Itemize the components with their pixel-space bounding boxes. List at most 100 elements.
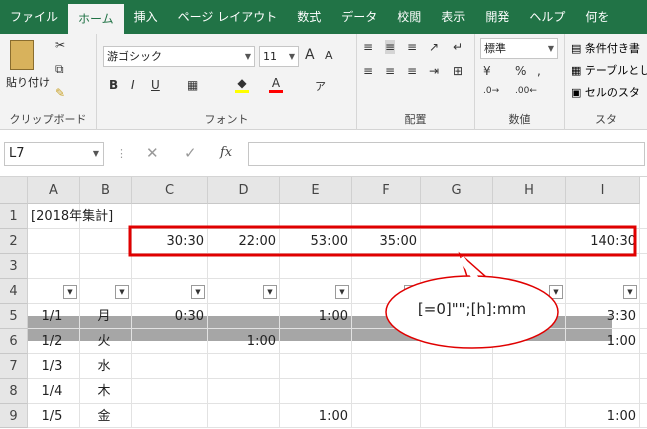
table-cell[interactable]: 1:00 bbox=[566, 329, 636, 354]
filter-dropdown-icon[interactable]: ▼ bbox=[476, 285, 490, 299]
table-cell[interactable] bbox=[132, 329, 204, 354]
table-cell[interactable]: 1:00 bbox=[208, 329, 276, 354]
column-header-B[interactable]: B bbox=[80, 177, 132, 204]
format-as-table-button[interactable]: ▦ テーブルとし bbox=[571, 62, 647, 78]
table-cell[interactable] bbox=[421, 404, 489, 429]
cancel-icon[interactable]: ✕ bbox=[146, 144, 159, 162]
table-cell[interactable]: 0:30 bbox=[132, 304, 204, 329]
table-cell[interactable]: 1:00 bbox=[280, 404, 348, 429]
filter-dropdown-icon[interactable]: ▼ bbox=[115, 285, 129, 299]
align-right-icon[interactable]: ≡ bbox=[407, 64, 417, 78]
column-header-H[interactable]: H bbox=[493, 177, 566, 204]
table-cell[interactable] bbox=[421, 329, 489, 354]
row-header-1[interactable]: 1 bbox=[0, 204, 28, 229]
row-header-5[interactable]: 5 bbox=[0, 304, 28, 329]
name-box[interactable]: L7 ▼ bbox=[4, 142, 104, 166]
table-cell[interactable]: 1/5 bbox=[28, 404, 76, 429]
tab-5[interactable]: データ bbox=[331, 0, 387, 34]
table-cell[interactable] bbox=[208, 404, 276, 429]
filter-dropdown-icon[interactable]: ▼ bbox=[549, 285, 563, 299]
column-header-D[interactable]: D bbox=[208, 177, 280, 204]
tab-10[interactable]: 何を bbox=[575, 0, 619, 34]
table-cell[interactable]: 水 bbox=[80, 354, 128, 379]
table-cell[interactable] bbox=[208, 354, 276, 379]
summary-total-0[interactable]: 30:30 bbox=[132, 229, 204, 254]
tab-9[interactable]: ヘルプ bbox=[519, 0, 575, 34]
column-header-C[interactable]: C bbox=[132, 177, 208, 204]
enter-icon[interactable]: ✓ bbox=[184, 144, 197, 162]
table-cell[interactable]: 1/2 bbox=[28, 329, 76, 354]
table-cell[interactable] bbox=[280, 329, 348, 354]
column-header-F[interactable]: F bbox=[352, 177, 421, 204]
table-cell[interactable] bbox=[132, 354, 204, 379]
table-cell[interactable] bbox=[352, 329, 417, 354]
table-cell[interactable]: 木 bbox=[80, 379, 128, 404]
summary-total-4[interactable] bbox=[421, 229, 489, 254]
paste-icon[interactable] bbox=[10, 40, 34, 70]
format-painter-icon[interactable]: ✎ bbox=[55, 86, 65, 100]
conditional-format-button[interactable]: ▤ 条件付き書 bbox=[571, 40, 640, 56]
formula-input[interactable] bbox=[248, 142, 645, 166]
filter-dropdown-icon[interactable]: ▼ bbox=[63, 285, 77, 299]
align-bottom-icon[interactable]: ≡ bbox=[407, 40, 417, 54]
wrap-text-icon[interactable]: ↵ bbox=[453, 40, 463, 54]
cell-styles-button[interactable]: ▣ セルのスタ bbox=[571, 84, 640, 100]
filter-dropdown-icon[interactable]: ▼ bbox=[263, 285, 277, 299]
table-cell[interactable]: 1/3 bbox=[28, 354, 76, 379]
table-cell[interactable] bbox=[132, 379, 204, 404]
filter-dropdown-icon[interactable]: ▼ bbox=[191, 285, 205, 299]
orientation-icon[interactable]: ↗ bbox=[429, 40, 439, 54]
table-cell[interactable] bbox=[421, 379, 489, 404]
summary-total-5[interactable] bbox=[493, 229, 562, 254]
table-cell[interactable] bbox=[208, 304, 276, 329]
filter-dropdown-icon[interactable]: ▼ bbox=[335, 285, 349, 299]
tab-8[interactable]: 開発 bbox=[475, 0, 519, 34]
table-cell[interactable]: 1/1 bbox=[28, 304, 76, 329]
tab-6[interactable]: 校閲 bbox=[387, 0, 431, 34]
increase-decimal-icon[interactable]: .0→ bbox=[483, 86, 499, 96]
summary-total-2[interactable]: 53:00 bbox=[280, 229, 348, 254]
number-format-select[interactable]: 標準 ▼ bbox=[480, 38, 558, 59]
table-cell[interactable] bbox=[208, 379, 276, 404]
percent-button[interactable]: % bbox=[515, 64, 526, 78]
align-middle-icon[interactable]: ≡ bbox=[385, 40, 396, 54]
table-cell[interactable] bbox=[132, 404, 204, 429]
underline-button[interactable]: U bbox=[151, 78, 160, 92]
row-header-4[interactable]: 4 bbox=[0, 279, 28, 304]
select-all-corner[interactable] bbox=[0, 177, 28, 204]
table-cell[interactable] bbox=[493, 379, 562, 404]
cut-icon[interactable]: ✂ bbox=[55, 38, 65, 52]
table-cell[interactable] bbox=[280, 379, 348, 404]
table-cell[interactable]: 火 bbox=[80, 329, 128, 354]
copy-icon[interactable]: ⧉ bbox=[55, 62, 64, 77]
italic-button[interactable]: I bbox=[131, 78, 135, 92]
column-header-E[interactable]: E bbox=[280, 177, 352, 204]
row-header-6[interactable]: 6 bbox=[0, 329, 28, 354]
table-cell[interactable] bbox=[352, 404, 417, 429]
column-header-G[interactable]: G bbox=[421, 177, 493, 204]
tab-4[interactable]: 数式 bbox=[287, 0, 331, 34]
table-cell[interactable]: 1/4 bbox=[28, 379, 76, 404]
shrink-font-icon[interactable]: A bbox=[325, 49, 333, 62]
row-header-3[interactable]: 3 bbox=[0, 254, 28, 279]
column-header-A[interactable]: A bbox=[28, 177, 80, 204]
summary-total-1[interactable]: 22:00 bbox=[208, 229, 276, 254]
indent-icon[interactable]: ⇥ bbox=[429, 64, 439, 78]
table-cell[interactable] bbox=[566, 354, 636, 379]
comma-button[interactable]: , bbox=[537, 64, 541, 78]
tab-7[interactable]: 表示 bbox=[431, 0, 475, 34]
filter-dropdown-icon[interactable]: ▼ bbox=[623, 285, 637, 299]
table-cell[interactable]: 1:00 bbox=[280, 304, 348, 329]
grow-font-icon[interactable]: A bbox=[305, 47, 315, 63]
table-cell[interactable]: 月 bbox=[80, 304, 128, 329]
tab-2[interactable]: 挿入 bbox=[124, 0, 168, 34]
phonetic-icon[interactable]: ア bbox=[315, 78, 326, 94]
table-cell[interactable] bbox=[352, 379, 417, 404]
font-size-select[interactable]: 11 ▼ bbox=[259, 46, 299, 67]
table-cell[interactable] bbox=[493, 354, 562, 379]
tab-0[interactable]: ファイル bbox=[0, 0, 68, 34]
filter-dropdown-icon[interactable]: ▼ bbox=[404, 285, 418, 299]
table-cell[interactable]: 3:30 bbox=[566, 304, 636, 329]
table-cell[interactable] bbox=[493, 329, 562, 354]
row-header-7[interactable]: 7 bbox=[0, 354, 28, 379]
